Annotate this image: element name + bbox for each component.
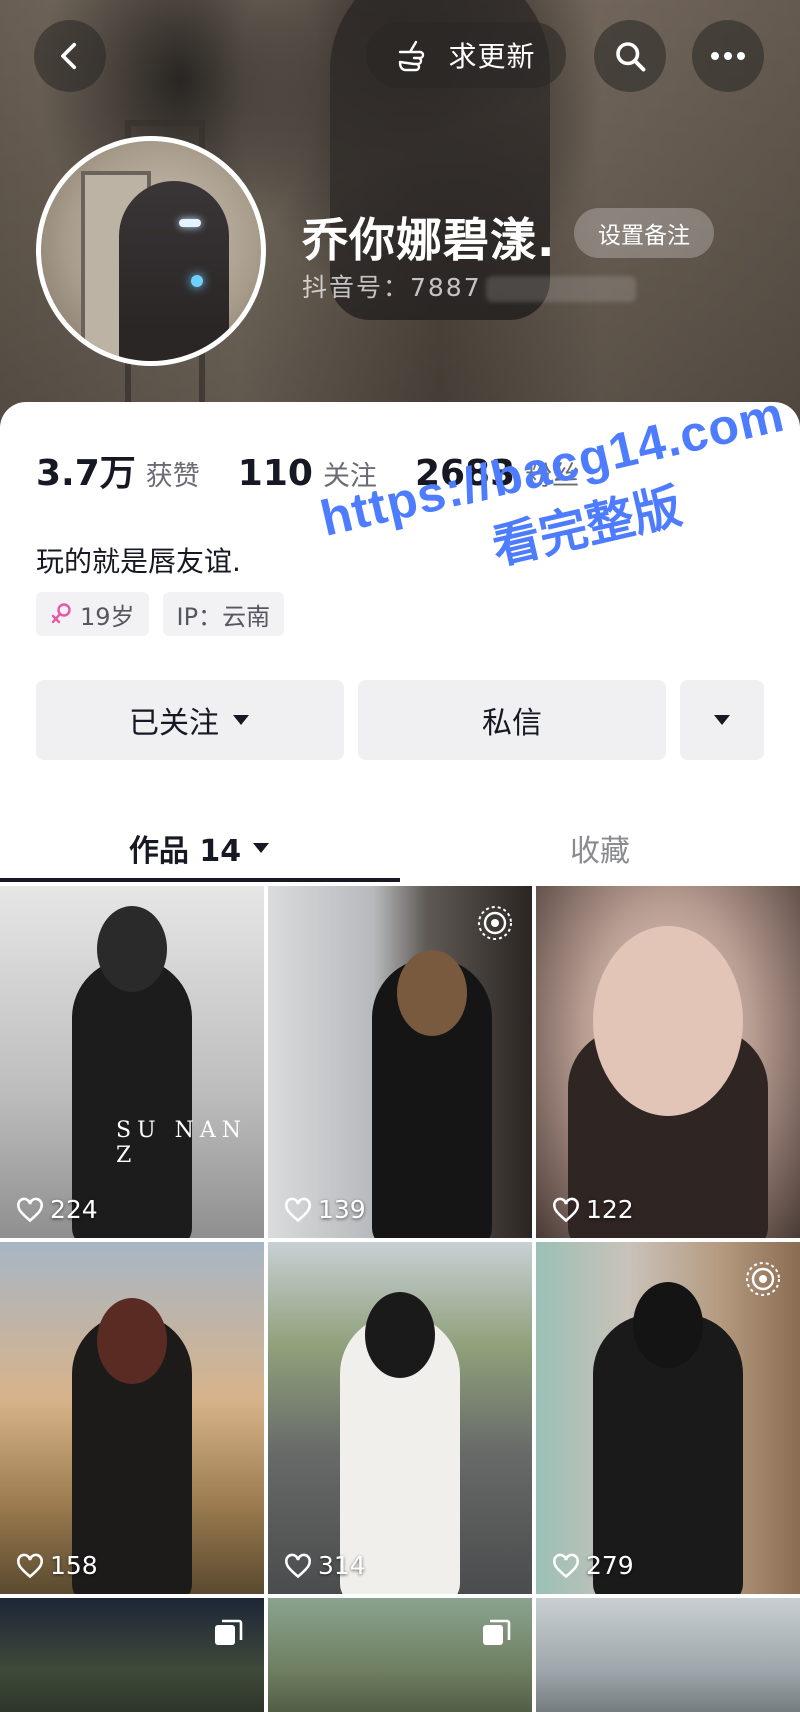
stats-row: 3.7万 获赞 110 关注 2683 粉丝 <box>36 444 579 496</box>
pointing-hand-icon <box>399 40 425 72</box>
heart-icon <box>553 1553 579 1578</box>
female-icon <box>51 603 71 624</box>
likes-label: 获赞 <box>145 461 200 492</box>
video-likes-count: 314 <box>318 1551 366 1580</box>
video-likes: 314 <box>284 1551 366 1580</box>
caret-down-icon <box>714 715 730 725</box>
video-grid: SU NAN Z 224 139 122 158 314 279 <box>0 886 800 1712</box>
message-button[interactable]: 私信 <box>358 680 666 760</box>
heart-icon <box>285 1197 311 1222</box>
likes-count: 3.7万 <box>36 453 136 494</box>
video-likes-count: 122 <box>586 1195 634 1224</box>
request-update-button[interactable]: 求更新 <box>366 22 566 88</box>
age-tag-label: 19岁 <box>80 602 135 631</box>
video-likes: 158 <box>16 1551 98 1580</box>
multi-image-icon <box>215 1619 243 1645</box>
followed-button[interactable]: 已关注 <box>36 680 344 760</box>
profile-card: 3.7万 获赞 110 关注 2683 粉丝 玩的就是唇友谊. 19岁 IP：云… <box>0 386 800 1712</box>
stat-likes[interactable]: 3.7万 获赞 <box>36 444 200 496</box>
ip-tag: IP：云南 <box>162 592 285 636</box>
followers-label: 粉丝 <box>525 461 580 492</box>
account-id: 抖音号：7887 <box>302 268 636 304</box>
video-tile[interactable]: 314 <box>268 1242 532 1594</box>
search-icon <box>616 42 646 72</box>
video-tile[interactable]: SU NAN Z 224 <box>0 886 264 1238</box>
heart-icon <box>553 1197 579 1222</box>
caret-down-icon <box>233 715 249 725</box>
heart-icon <box>17 1553 43 1578</box>
search-button[interactable] <box>594 20 666 92</box>
chevron-left-icon <box>61 42 77 70</box>
stat-followers[interactable]: 2683 粉丝 <box>415 453 579 494</box>
account-id-blur <box>485 276 636 302</box>
video-tile[interactable]: 158 <box>0 1242 264 1594</box>
following-count: 110 <box>237 453 313 494</box>
heart-icon <box>285 1553 311 1578</box>
video-likes-count: 158 <box>50 1551 98 1580</box>
followers-count: 2683 <box>414 453 516 494</box>
video-tile[interactable] <box>268 1598 532 1712</box>
set-remark-button[interactable]: 设置备注 <box>574 208 714 258</box>
active-tab-indicator <box>0 878 400 882</box>
following-label: 关注 <box>322 461 377 492</box>
profile-tags: 19岁 IP：云南 <box>36 592 285 636</box>
avatar[interactable] <box>36 136 266 366</box>
tab-works-label: 作品 14 <box>128 834 242 869</box>
ip-tag-label: IP：云南 <box>176 602 271 631</box>
back-button[interactable] <box>34 20 106 92</box>
more-dots-icon <box>711 52 745 60</box>
tab-favorites[interactable]: 收藏 <box>400 808 800 888</box>
nickname: 乔你娜碧漾. <box>302 213 556 267</box>
account-id-text: 抖音号：7887 <box>302 273 482 302</box>
video-likes-count: 279 <box>586 1551 634 1580</box>
heart-icon <box>17 1197 43 1222</box>
video-tile[interactable]: 122 <box>536 886 800 1238</box>
caret-down-icon <box>253 843 270 853</box>
tab-works[interactable]: 作品 14 <box>0 808 400 888</box>
video-likes: 224 <box>16 1195 98 1224</box>
video-caption: SU NAN Z <box>116 1118 247 1168</box>
bio: 玩的就是唇友谊. <box>36 545 241 578</box>
followed-label: 已关注 <box>129 706 219 741</box>
video-tile[interactable] <box>0 1598 264 1712</box>
video-tile[interactable]: 139 <box>268 886 532 1238</box>
video-tile[interactable] <box>536 1598 800 1712</box>
action-row: 已关注 私信 <box>36 680 764 760</box>
more-button[interactable] <box>692 20 764 92</box>
video-likes: 122 <box>552 1195 634 1224</box>
live-photo-icon <box>746 1262 780 1296</box>
age-tag: 19岁 <box>36 592 149 636</box>
live-photo-icon <box>478 906 512 940</box>
stat-following[interactable]: 110 关注 <box>238 453 377 494</box>
more-actions-dropdown[interactable] <box>680 680 764 760</box>
request-update-label: 求更新 <box>448 40 536 73</box>
multi-image-icon <box>483 1619 511 1645</box>
video-likes-count: 139 <box>318 1195 366 1224</box>
watermark: https://bacg14.com 看完整版 <box>312 384 800 697</box>
video-likes: 139 <box>284 1195 366 1224</box>
content-tabs: 作品 14 收藏 <box>0 808 800 888</box>
video-likes-count: 224 <box>50 1195 98 1224</box>
video-tile[interactable]: 279 <box>536 1242 800 1594</box>
video-likes: 279 <box>552 1551 634 1580</box>
